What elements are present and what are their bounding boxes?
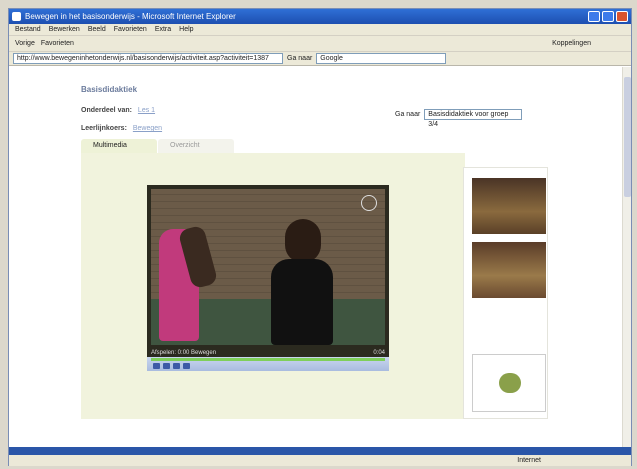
multimedia-panel: Afspelen: 0:00 Bewegen 0:04 — [81, 153, 465, 419]
thumbnail-illustration[interactable] — [472, 354, 546, 412]
title-bar: Bewegen in het basisonderwijs - Microsof… — [9, 9, 631, 24]
menu-extra[interactable]: Extra — [155, 24, 171, 35]
video-time: 0:04 — [373, 350, 385, 356]
links-button[interactable]: Koppelingen — [552, 36, 591, 52]
thumbnail-document[interactable] — [472, 304, 546, 354]
minimize-button[interactable] — [588, 11, 600, 22]
window-title: Bewegen in het basisonderwijs - Microsof… — [25, 12, 236, 21]
play-icon[interactable] — [153, 363, 160, 369]
browser-window: Bewegen in het basisonderwijs - Microsof… — [8, 8, 632, 466]
page-content: Basisdidaktiek Onderdeel van: Les 1 Leer… — [9, 67, 631, 447]
meta-link-2[interactable]: Bewegen — [133, 125, 162, 132]
thumbnail-video-2[interactable] — [472, 242, 546, 298]
teacher-head — [285, 219, 321, 263]
goto-label: Ga naar — [395, 111, 421, 118]
video-player[interactable] — [147, 185, 389, 349]
video-controls — [147, 357, 389, 371]
page-breadcrumb[interactable]: Basisdidaktiek — [81, 85, 137, 94]
menu-beeld[interactable]: Beeld — [88, 24, 106, 35]
menu-bewerken[interactable]: Bewerken — [49, 24, 80, 35]
address-input[interactable]: http://www.bewegeninhetonderwijs.nl/basi… — [13, 53, 283, 64]
video-frame — [151, 189, 385, 345]
broadcaster-logo-icon — [361, 195, 377, 211]
taskbar-strip — [9, 447, 631, 455]
status-bar: Internet — [9, 455, 631, 466]
goto-box: Ga naar Basisdidaktiek voor groep 3/4 — [395, 109, 523, 128]
menu-favorieten[interactable]: Favorieten — [114, 24, 147, 35]
seek-bar[interactable] — [151, 358, 385, 361]
meta-onderdeel: Onderdeel van: Les 1 — [81, 107, 155, 114]
go-button[interactable]: Ga naar — [287, 55, 312, 62]
ie-icon — [12, 12, 21, 21]
teacher-figure — [271, 259, 333, 345]
favorites-button[interactable]: Favorieten — [41, 36, 74, 51]
goto-select[interactable]: Basisdidaktiek voor groep 3/4 — [424, 109, 523, 128]
close-button[interactable] — [616, 11, 628, 22]
volume-icon[interactable] — [183, 363, 190, 369]
maximize-button[interactable] — [602, 11, 614, 22]
google-search-input[interactable]: Google — [316, 53, 447, 64]
scrollbar[interactable] — [622, 67, 631, 447]
back-button[interactable]: Vorige — [15, 36, 35, 51]
menu-bar: Bestand Bewerken Beeld Favorieten Extra … — [9, 24, 631, 36]
meta-leerlijn: Leerlijnkoers: Bewegen — [81, 125, 162, 132]
address-bar: http://www.bewegeninhetonderwijs.nl/basi… — [9, 52, 631, 66]
toolbar: Vorige Favorieten Koppelingen — [9, 36, 631, 52]
tabs: Multimedia Overzicht — [81, 139, 235, 153]
meta-label-2: Leerlijnkoers: — [81, 125, 127, 132]
thumbnail-video-1[interactable] — [472, 178, 546, 234]
status-zone: Internet — [517, 457, 541, 464]
scrollbar-thumb[interactable] — [624, 77, 631, 197]
tab-multimedia[interactable]: Multimedia — [81, 139, 157, 153]
menu-bestand[interactable]: Bestand — [15, 24, 41, 35]
stop-icon[interactable] — [173, 363, 180, 369]
pause-icon[interactable] — [163, 363, 170, 369]
meta-label-1: Onderdeel van: — [81, 107, 132, 114]
video-caption: Afspelen: 0:00 Bewegen 0:04 — [147, 349, 389, 357]
illustration-figure — [499, 373, 521, 393]
thumbnail-sidebar — [463, 167, 548, 419]
video-caption-text: Afspelen: 0:00 Bewegen — [151, 350, 217, 356]
meta-link-1[interactable]: Les 1 — [138, 107, 155, 114]
menu-help[interactable]: Help — [179, 24, 193, 35]
tab-overzicht[interactable]: Overzicht — [158, 139, 234, 153]
